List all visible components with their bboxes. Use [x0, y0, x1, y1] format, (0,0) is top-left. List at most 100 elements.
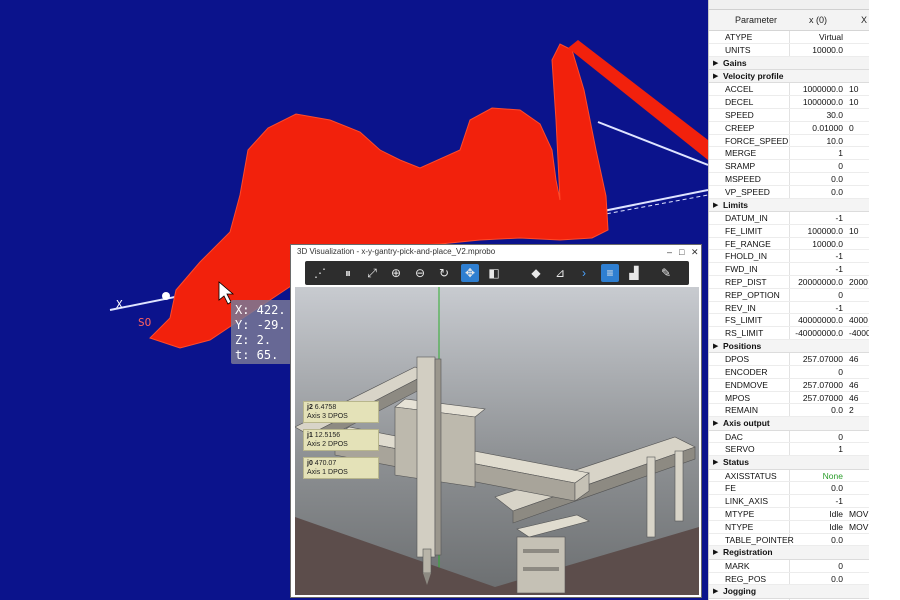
parameter-value[interactable]: 257.07000 [789, 380, 843, 390]
parameter-value[interactable]: 0.0 [789, 174, 843, 184]
parameter-row[interactable]: FE_LIMIT 100000.0 10 [709, 224, 869, 238]
parameter-value[interactable]: 1 [789, 148, 843, 158]
parameter-value[interactable]: 0.0 [789, 574, 843, 584]
parameter-value[interactable]: 0.0 [789, 187, 843, 197]
expand-arrow-icon[interactable]: ▶ [713, 587, 718, 595]
group-header[interactable]: ▶ Status [709, 456, 869, 470]
parameter-row[interactable]: ACCEL 1000000.0 10 [709, 83, 869, 97]
parameter-row[interactable]: DECEL 1000000.0 10 [709, 96, 869, 109]
pause-icon[interactable]: ⏸ [339, 264, 357, 282]
parameter-value-2[interactable]: 4000 [849, 315, 868, 325]
parameter-row[interactable]: UNITS 10000.0 [709, 43, 869, 57]
corner-icon[interactable]: ▟ [625, 264, 643, 282]
group-header[interactable]: ▶ Axis output [709, 417, 869, 431]
parameter-row[interactable]: FE 0.0 [709, 482, 869, 496]
parameter-value-2[interactable]: -4000 [849, 328, 869, 338]
parameter-row[interactable]: RS_LIMIT -40000000.0 -4000 [709, 327, 869, 340]
group-header[interactable]: ▶ Limits [709, 198, 869, 212]
minimize-icon[interactable]: – [667, 245, 672, 259]
parameter-row[interactable]: REP_OPTION 0 [709, 288, 869, 302]
parameter-value-2[interactable]: 46 [849, 380, 858, 390]
parameter-value[interactable]: 0.01000 [789, 123, 843, 133]
parameter-value[interactable]: 1 [789, 444, 843, 454]
parameter-row[interactable]: FS_LIMIT 40000000.0 4000 [709, 314, 869, 328]
zoom-in-icon[interactable]: ⊕ [387, 264, 405, 282]
parameter-value[interactable]: 30.0 [789, 110, 843, 120]
parameter-row[interactable]: MTYPE Idle MOV [709, 508, 869, 521]
settings-icon[interactable]: ✎ [657, 264, 675, 282]
col-axis-0[interactable]: x (0) [809, 15, 827, 25]
parameter-row[interactable]: REMAIN 0.0 2 [709, 404, 869, 418]
parameter-value[interactable]: 10000.0 [789, 45, 843, 55]
parameter-value[interactable]: 257.07000 [789, 393, 843, 403]
parameter-value[interactable]: 100000.0 [789, 226, 843, 236]
cube-icon[interactable]: ◧ [485, 264, 503, 282]
parameter-row[interactable]: FORCE_SPEED 10.0 [709, 134, 869, 148]
parameter-row[interactable]: ENDMOVE 257.07000 46 [709, 378, 869, 392]
window-titlebar[interactable]: 3D Visualization - x-y-gantry-pick-and-p… [291, 245, 701, 259]
parameter-value-2[interactable]: 10 [849, 226, 858, 236]
visualization-window[interactable]: 3D Visualization - x-y-gantry-pick-and-p… [290, 244, 702, 598]
parameter-value[interactable]: 40000000.0 [789, 315, 843, 325]
parameter-value[interactable]: 0.0 [789, 405, 843, 415]
expand-arrow-icon[interactable]: ▶ [713, 548, 718, 556]
parameter-row[interactable]: CREEP 0.01000 0 [709, 121, 869, 135]
expand-arrow-icon[interactable]: ▶ [713, 72, 718, 80]
parameter-row[interactable]: LINK_AXIS -1 [709, 495, 869, 509]
dro-j1[interactable]: j1 12.5156 Axis 2 DPOS [303, 429, 379, 451]
expand-arrow-icon[interactable]: ▶ [713, 342, 718, 350]
parameter-value[interactable]: 10.0 [789, 136, 843, 146]
parameter-value[interactable]: None [789, 471, 843, 481]
parameter-value[interactable]: -40000000.0 [789, 328, 843, 338]
parameter-value[interactable]: Virtual [789, 32, 843, 42]
parameter-value[interactable]: -1 [789, 496, 843, 506]
parameter-row[interactable]: DAC 0 [709, 430, 869, 444]
parameter-row[interactable]: SRAMP 0 [709, 160, 869, 173]
parameter-value-2[interactable]: 10 [849, 84, 858, 94]
parameter-value[interactable]: 0 [789, 561, 843, 571]
expand-arrow-icon[interactable]: ▶ [713, 419, 718, 427]
parameter-row[interactable]: MERGE 1 [709, 147, 869, 161]
axes-icon[interactable]: ⊿ [551, 264, 569, 282]
more-icon[interactable]: ⋰ [311, 264, 329, 282]
parameter-value[interactable]: -1 [789, 251, 843, 261]
dro-j0[interactable]: j0 470.07 Axis 1 DPOS [303, 457, 379, 479]
parameter-value[interactable]: 0 [789, 367, 843, 377]
group-header[interactable]: ▶ Jogging [709, 585, 869, 599]
parameter-row[interactable]: AXISSTATUS None [709, 469, 869, 483]
parameter-row[interactable]: REG_POS 0.0 [709, 572, 869, 586]
zoom-out-icon[interactable]: ⊖ [411, 264, 429, 282]
parameter-value-2[interactable]: 10 [849, 97, 858, 107]
parameter-row[interactable]: MPOS 257.07000 46 [709, 391, 869, 405]
parameter-row[interactable]: ENCODER 0 [709, 366, 869, 379]
expand-arrow-icon[interactable]: ▶ [713, 59, 718, 67]
gantry-scene[interactable]: j2 6.4758 Axis 3 DPOS j1 12.5156 Axis 2 … [294, 287, 699, 595]
col-parameter[interactable]: Parameter [735, 15, 777, 25]
parameter-row[interactable]: DPOS 257.07000 46 [709, 353, 869, 367]
parameter-row[interactable]: DATUM_IN -1 [709, 211, 869, 225]
parameter-row[interactable]: SERVO 1 [709, 443, 869, 457]
rotate-icon[interactable]: ↻ [435, 264, 453, 282]
align-icon[interactable]: ≡ [601, 264, 619, 282]
parameter-value[interactable]: Idle [789, 509, 843, 519]
parameter-value-2[interactable]: 2 [849, 405, 854, 415]
parameter-row[interactable]: MARK 0 [709, 559, 869, 573]
parameter-value[interactable]: -1 [789, 303, 843, 313]
group-header[interactable]: ▶ Positions [709, 339, 869, 354]
col-axis-1[interactable]: X [861, 15, 867, 25]
parameter-row[interactable]: ATYPE Virtual [709, 31, 869, 44]
parameter-row[interactable]: REV_IN -1 [709, 301, 869, 315]
parameter-value[interactable]: Idle [789, 522, 843, 532]
group-header[interactable]: ▶ Velocity profile [709, 69, 869, 84]
parameter-row[interactable]: FE_RANGE 10000.0 [709, 237, 869, 251]
move-icon[interactable]: ✥ [461, 264, 479, 282]
parameter-value-2[interactable]: 46 [849, 354, 858, 364]
parameter-value[interactable]: 10000.0 [789, 239, 843, 249]
parameter-value[interactable]: 0.0 [789, 483, 843, 493]
parameter-value-2[interactable]: 2000 [849, 277, 868, 287]
parameter-value[interactable]: 0.0 [789, 535, 843, 545]
parameter-value[interactable]: -1 [789, 213, 843, 223]
parameter-value-2[interactable]: MOV [849, 509, 868, 519]
expand-arrow-icon[interactable]: ▶ [713, 201, 718, 209]
group-header[interactable]: ▶ Gains [709, 56, 869, 70]
